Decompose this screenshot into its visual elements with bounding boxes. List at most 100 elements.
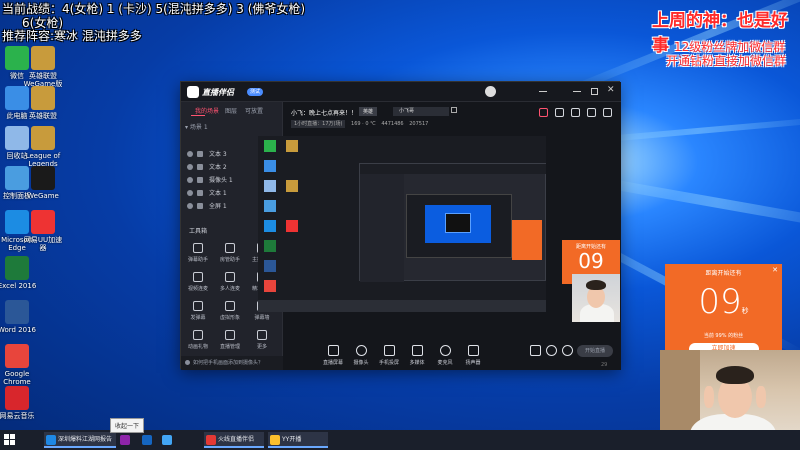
tool-label: 虚拟形象: [219, 315, 240, 321]
tool-item[interactable]: 视频连麦: [185, 272, 211, 292]
share-icon[interactable]: [571, 108, 580, 117]
eye-icon[interactable]: [187, 177, 193, 183]
tool-icon: [225, 330, 235, 340]
layer-name: 全屏 1: [209, 203, 227, 210]
desktop-icon[interactable]: Word 2016: [0, 300, 37, 342]
tool-item[interactable]: 弹幕助手: [185, 243, 211, 263]
screen-capture-icon: [327, 345, 339, 356]
nested-left-panel: [360, 174, 404, 282]
desktop-icon[interactable]: 网易云音乐: [0, 386, 37, 428]
lock-icon[interactable]: [197, 151, 203, 157]
eye-icon[interactable]: [187, 203, 193, 209]
close-icon[interactable]: ✕: [607, 85, 615, 95]
nested-preview-window-2: [406, 194, 512, 258]
taskbar-app-icon: [162, 435, 172, 445]
edit-icon[interactable]: [451, 107, 457, 113]
stream-tag[interactable]: 英雄: [359, 107, 378, 116]
gift-icon[interactable]: [539, 108, 548, 117]
tool-icon: [225, 301, 235, 311]
layer-name: 文本 1: [209, 190, 227, 197]
tool-icon: [225, 272, 235, 282]
desktop-icon-label: 网易UU加速器: [23, 236, 63, 252]
taskbar-app-icon: [142, 435, 152, 445]
tool-item[interactable]: 直播管理: [217, 330, 243, 350]
info-icon: [185, 360, 190, 365]
eye-icon[interactable]: [187, 164, 193, 170]
lock-icon[interactable]: [555, 108, 564, 117]
desktop-icon[interactable]: League of Legends: [23, 126, 63, 168]
tool-label: 房管助手: [219, 257, 240, 263]
gear-icon: [561, 345, 573, 356]
media-button[interactable]: 多媒体: [405, 345, 429, 366]
screen-capture-button[interactable]: 直播屏幕: [321, 345, 345, 366]
speaker-icon: [467, 345, 479, 356]
taskbar-app-icon: [46, 435, 56, 445]
phone-cast-button[interactable]: 手机投屏: [377, 345, 401, 366]
layer-name: 文本 2: [209, 164, 227, 171]
tool-item[interactable]: 发弹幕: [185, 301, 211, 321]
countdown-close-icon[interactable]: ✕: [772, 266, 778, 274]
app-badge: 测试: [247, 88, 264, 96]
tool-item[interactable]: 房管助手: [217, 243, 243, 263]
layer-name: 摄像头 1: [209, 177, 233, 184]
tool-item[interactable]: 多人连麦: [217, 272, 243, 292]
preview-icon: [264, 140, 276, 152]
taskbar-item[interactable]: YY开播: [268, 432, 328, 448]
scene-header[interactable]: ▾ 场景 1: [185, 122, 208, 131]
minimize-icon[interactable]: [573, 91, 581, 92]
desktop-icon[interactable]: Google Chrome: [0, 344, 37, 386]
tool-item[interactable]: 动画礼物: [185, 330, 211, 350]
preview-icon: [264, 180, 276, 192]
tab-layers[interactable]: 图层: [225, 106, 237, 115]
lock-icon[interactable]: [197, 177, 203, 183]
taskbar-app-icon: [270, 435, 280, 445]
lock-icon[interactable]: [197, 190, 203, 196]
preview-taskbar: [258, 300, 546, 312]
tool-icon: [193, 272, 203, 282]
tip-bar[interactable]: 如何把手机画面添加到摄像头？: [181, 356, 283, 370]
avatar[interactable]: [485, 86, 496, 97]
tab-my-scenes[interactable]: 我的场景: [195, 106, 219, 115]
taskbar-item[interactable]: 深圳爆料江湖网报告: [44, 432, 116, 448]
stat-duration: 1小时直播：17万(场): [291, 120, 346, 128]
desktop-icon[interactable]: 英雄联盟: [23, 86, 63, 128]
speaker-button[interactable]: 扬声器: [461, 345, 485, 366]
microphone-button[interactable]: 麦克风: [433, 345, 457, 366]
app-name: 直播伴侣: [202, 88, 234, 97]
taskbar-item-label: 深圳爆料江湖网报告: [58, 436, 113, 443]
lock-icon[interactable]: [197, 203, 203, 209]
eye-icon[interactable]: [187, 151, 193, 157]
desktop-icon[interactable]: 英雄联盟WeGame版: [23, 46, 63, 88]
countdown-unit: 秒: [741, 307, 749, 315]
tab-placeable[interactable]: 可放置: [245, 106, 263, 115]
taskbar-item[interactable]: 火线直播伴侣: [204, 432, 264, 448]
title-bar[interactable]: 直播伴侣 测试 ✕: [181, 82, 621, 102]
windows-start-icon[interactable]: [4, 434, 16, 446]
desktop-icon[interactable]: 网易UU加速器: [23, 210, 63, 252]
preview-canvas[interactable]: [258, 136, 546, 312]
taskbar-popup: 收起一下: [110, 418, 145, 433]
menu-icon[interactable]: [539, 91, 547, 92]
taskbar-item-label: YY开播: [282, 436, 302, 443]
maximize-icon[interactable]: [591, 88, 598, 95]
gear-button[interactable]: [555, 345, 579, 359]
lock-icon[interactable]: [197, 164, 203, 170]
camera-button[interactable]: 摄像头: [349, 345, 373, 366]
desktop-icon[interactable]: Excel 2016: [0, 256, 37, 298]
tool-item[interactable]: 更多: [249, 330, 275, 350]
settings-icon[interactable]: [603, 108, 612, 117]
taskbar-item[interactable]: [118, 432, 132, 448]
taskbar: 深圳爆料江湖网报告 火线直播伴侣 YY开播 收起一下: [0, 418, 800, 450]
eye-icon[interactable]: [187, 190, 193, 196]
tool-item[interactable]: 虚拟形象: [217, 301, 243, 321]
taskbar-item[interactable]: [160, 432, 174, 448]
start-live-button[interactable]: 开始直播: [577, 345, 613, 357]
desktop-icon[interactable]: WeGame: [23, 166, 63, 208]
stream-name-input[interactable]: 小飞哥: [393, 107, 449, 116]
control-label: 麦克风: [437, 360, 453, 366]
bell-icon[interactable]: [587, 108, 596, 117]
taskbar-item[interactable]: [140, 432, 154, 448]
preview-icon: [286, 140, 298, 152]
camera-icon: [355, 345, 367, 356]
scene-header-label: 场景 1: [189, 124, 208, 131]
